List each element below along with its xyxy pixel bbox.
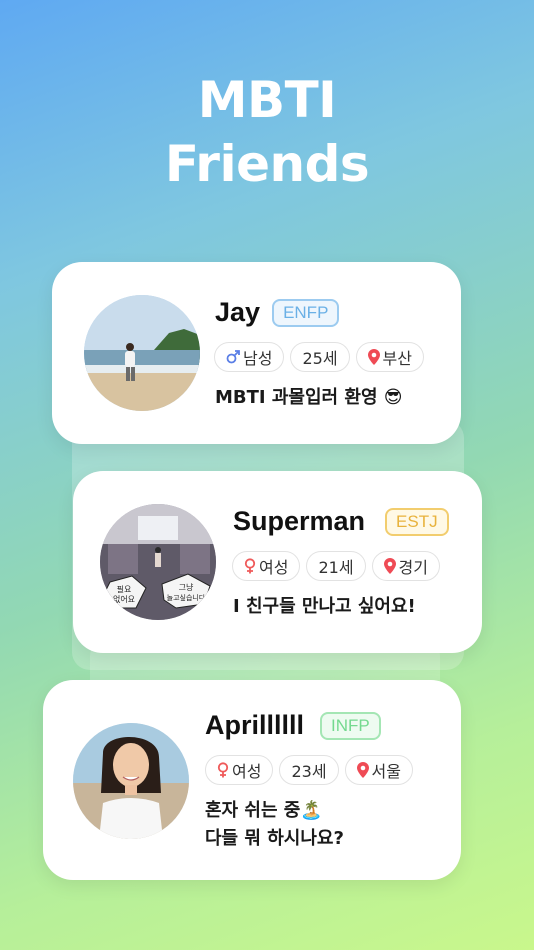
name-row: Aprillllll INFP bbox=[205, 710, 381, 741]
avatar: 필요 없어요 그냥 놀고싶습니다 bbox=[100, 504, 216, 620]
location-pin-icon bbox=[356, 762, 369, 778]
status-message: MBTI 과몰입러 환영 😎 bbox=[215, 384, 403, 412]
gender-label: 남성 bbox=[243, 349, 273, 368]
location-pin-icon bbox=[367, 349, 380, 365]
profile-card-aprillllll[interactable]: Aprillllll INFP 여성 23세 서울 혼자 쉬는 중🏝️ 다들 뭐… bbox=[43, 680, 461, 880]
age-label: 23세 bbox=[291, 762, 327, 781]
gender-tag: 여성 bbox=[205, 755, 274, 785]
hero-title-line2: Friends bbox=[164, 135, 370, 193]
location-tag: 부산 bbox=[355, 342, 424, 372]
name-row: Superman ESTJ bbox=[233, 506, 449, 537]
name-row: Jay ENFP bbox=[215, 297, 340, 328]
status-message: 혼자 쉬는 중🏝️ 다들 뭐 하시나요? bbox=[205, 797, 344, 853]
age-tag: 25세 bbox=[290, 342, 350, 372]
svg-text:놀고싶습니다: 놀고싶습니다 bbox=[167, 593, 206, 602]
gender-label: 여성 bbox=[232, 762, 262, 781]
age-label: 21세 bbox=[318, 558, 354, 577]
status-message: I 친구들 만나고 싶어요! bbox=[233, 593, 416, 621]
mbti-badge: INFP bbox=[320, 711, 381, 740]
svg-text:없어요: 없어요 bbox=[113, 594, 135, 604]
profile-card-superman[interactable]: 필요 없어요 그냥 놀고싶습니다 Superman ESTJ 여성 21세 경기… bbox=[73, 471, 482, 653]
svg-text:필요: 필요 bbox=[117, 584, 132, 594]
profile-tags: 여성 21세 경기 bbox=[232, 551, 440, 581]
status-line: I 친구들 만나고 싶어요! bbox=[233, 596, 416, 617]
profile-tags: 여성 23세 서울 bbox=[205, 755, 413, 785]
location-pin-icon bbox=[383, 558, 396, 574]
profile-name: Aprillllll bbox=[205, 710, 305, 740]
location-label: 경기 bbox=[398, 558, 428, 577]
profile-card-jay[interactable]: Jay ENFP 남성 25세 부산 MBTI 과몰입러 환영 😎 bbox=[52, 262, 461, 444]
profile-tags: 남성 25세 부산 bbox=[214, 342, 424, 372]
gender-label: 여성 bbox=[259, 558, 289, 577]
mbti-badge: ESTJ bbox=[385, 507, 449, 536]
age-tag: 21세 bbox=[306, 551, 366, 581]
location-label: 부산 bbox=[382, 349, 412, 368]
location-label: 서울 bbox=[371, 762, 401, 781]
status-line: 다들 뭐 하시나요? bbox=[205, 828, 344, 849]
age-tag: 23세 bbox=[279, 755, 339, 785]
hero-title-line1: MBTI bbox=[197, 71, 337, 129]
gender-tag: 남성 bbox=[214, 342, 285, 372]
hero-title: MBTI Friends bbox=[0, 68, 534, 196]
location-tag: 경기 bbox=[371, 551, 440, 581]
profile-name: Superman bbox=[233, 506, 366, 536]
profile-name: Jay bbox=[215, 297, 261, 327]
gender-tag: 여성 bbox=[232, 551, 301, 581]
female-icon bbox=[217, 762, 229, 778]
male-icon bbox=[226, 350, 240, 364]
age-label: 25세 bbox=[302, 349, 338, 368]
location-tag: 서울 bbox=[344, 755, 413, 785]
status-line: 혼자 쉬는 중🏝️ bbox=[205, 800, 323, 821]
svg-text:그냥: 그냥 bbox=[179, 583, 194, 592]
female-icon bbox=[244, 558, 256, 574]
mbti-badge: ENFP bbox=[272, 298, 340, 327]
avatar bbox=[84, 295, 200, 411]
status-line: MBTI 과몰입러 환영 😎 bbox=[215, 387, 403, 408]
avatar bbox=[73, 723, 189, 839]
